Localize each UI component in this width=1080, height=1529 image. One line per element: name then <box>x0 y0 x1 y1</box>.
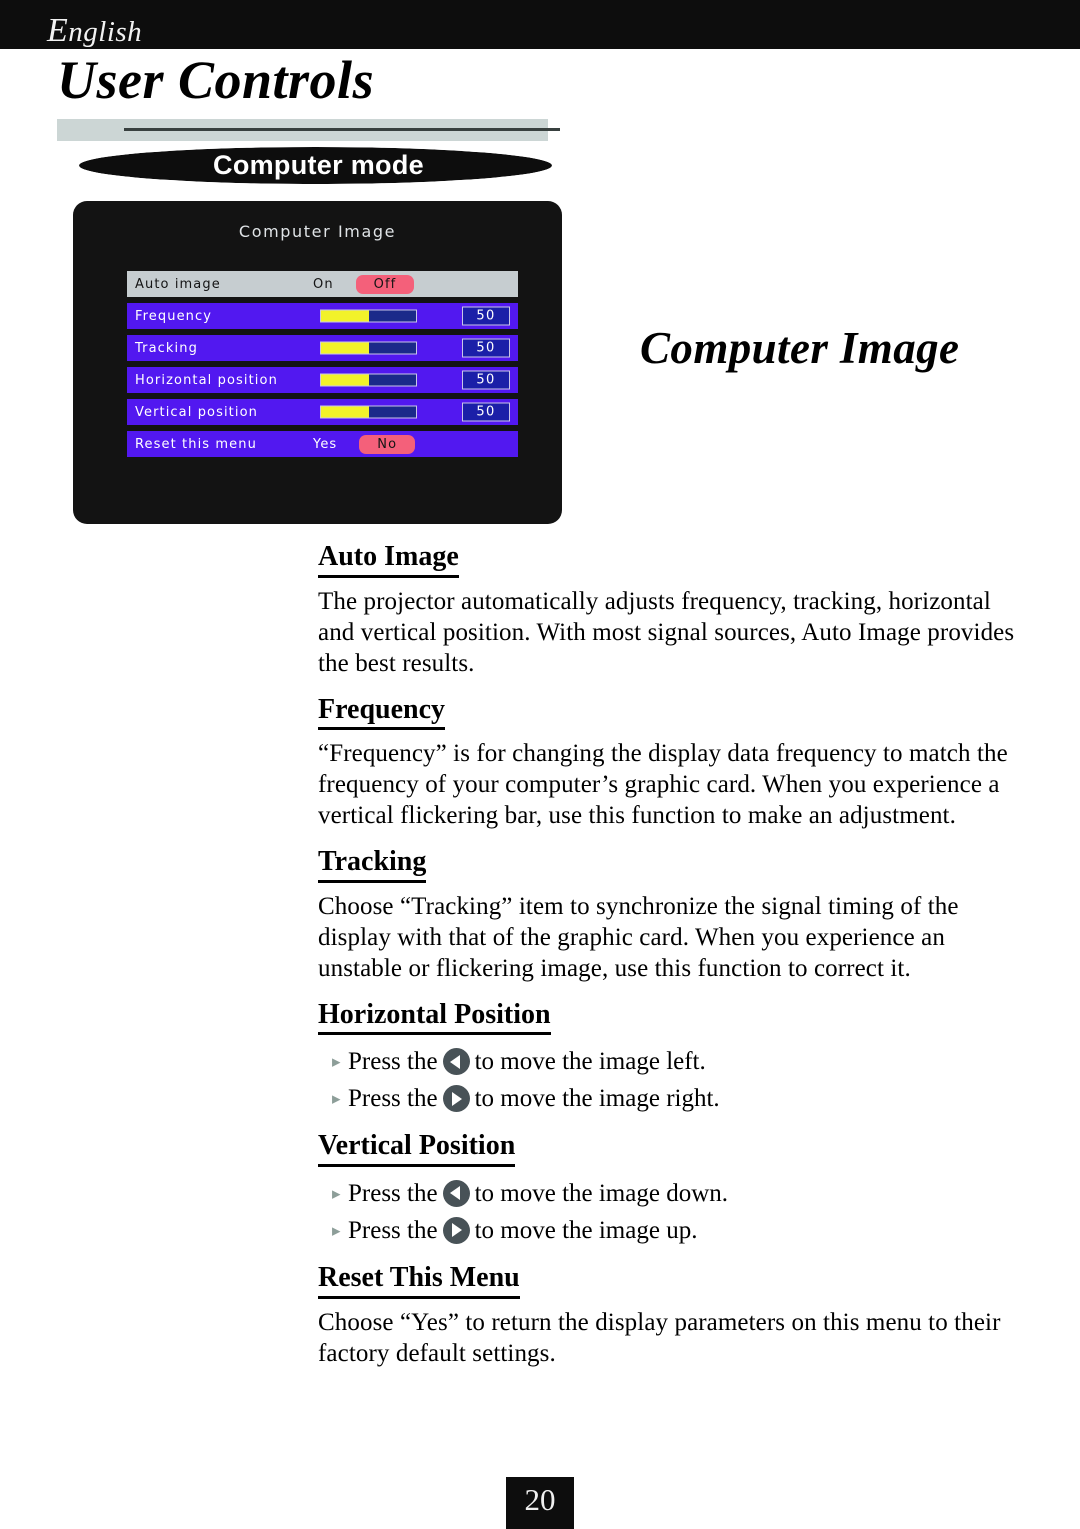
heading-auto-image: Auto Image <box>318 540 459 578</box>
osd-value-frequency: 50 <box>462 306 510 326</box>
osd-row-label: Auto image <box>135 276 221 292</box>
osd-menu-rows: Auto image On Off Frequency 50 Tracking … <box>127 271 518 463</box>
list-item: ▸ Press the to move the image right. <box>318 1080 1018 1117</box>
bullet-text-pre: Press the <box>348 1216 438 1244</box>
osd-row-tracking[interactable]: Tracking 50 <box>127 335 518 361</box>
page-title: User Controls <box>57 50 375 110</box>
arrow-right-button-icon <box>442 1085 470 1113</box>
page-header-bar: English <box>0 0 1080 49</box>
osd-option-off[interactable]: Off <box>355 274 415 294</box>
osd-option-group-auto-image: On Off <box>309 271 415 297</box>
triangle-bullet-icon: ▸ <box>332 1089 341 1109</box>
bullet-text-pre: Press the <box>348 1085 438 1113</box>
mode-banner-label: Computer mode <box>213 150 424 180</box>
osd-menu-screenshot: Computer Image Auto image On Off Frequen… <box>73 201 562 524</box>
bullet-text-post: to move the image left. <box>474 1048 706 1076</box>
osd-option-on[interactable]: On <box>309 275 338 294</box>
title-decoration-rule <box>124 128 560 131</box>
osd-row-horizontal-position[interactable]: Horizontal position 50 <box>127 367 518 393</box>
triangle-bullet-icon: ▸ <box>332 1183 341 1203</box>
osd-slider-fill <box>321 374 369 386</box>
section-frequency: Frequency “Frequency” is for changing th… <box>318 693 1018 832</box>
bullet-text-pre: Press the <box>348 1179 438 1207</box>
osd-option-no[interactable]: No <box>359 434 416 454</box>
paragraph-reset-this-menu: Choose “Yes” to return the display param… <box>318 1308 1001 1367</box>
triangle-bullet-icon: ▸ <box>332 1052 341 1072</box>
osd-slider-fill <box>321 406 369 418</box>
osd-row-auto-image[interactable]: Auto image On Off <box>127 271 518 297</box>
paragraph-frequency: “Frequency” is for changing the display … <box>318 740 1008 830</box>
osd-option-group-reset: Yes No <box>309 431 416 457</box>
section-auto-image: Auto Image The projector automatically a… <box>318 540 1018 679</box>
osd-option-yes[interactable]: Yes <box>309 435 341 454</box>
osd-row-vertical-position[interactable]: Vertical position 50 <box>127 399 518 425</box>
page-number: 20 <box>524 1482 556 1517</box>
section-title-computer-image: Computer Image <box>640 323 960 373</box>
osd-row-label: Frequency <box>135 308 213 324</box>
osd-row-label: Reset this menu <box>135 436 257 452</box>
section-vertical-position: Vertical Position ▸ Press the to move th… <box>318 1129 1018 1249</box>
section-reset-this-menu: Reset This Menu Choose “Yes” to return t… <box>318 1261 1018 1369</box>
list-item: ▸ Press the to move the image down. <box>318 1175 1018 1212</box>
osd-slider-horizontal-position[interactable] <box>320 373 417 387</box>
arrow-right-button-icon <box>442 1216 470 1244</box>
arrow-left-button-icon <box>442 1048 470 1076</box>
mode-banner: Computer mode <box>79 147 552 184</box>
osd-slider-frequency[interactable] <box>320 309 417 323</box>
heading-reset-this-menu: Reset This Menu <box>318 1261 520 1299</box>
language-label-rest: nglish <box>68 16 143 48</box>
heading-horizontal-position: Horizontal Position <box>318 998 551 1036</box>
paragraph-tracking: Choose “Tracking” item to synchronize th… <box>318 892 959 982</box>
section-tracking: Tracking Choose “Tracking” item to synch… <box>318 845 1018 984</box>
osd-slider-tracking[interactable] <box>320 341 417 355</box>
heading-tracking: Tracking <box>318 845 427 883</box>
osd-value-tracking: 50 <box>462 338 510 358</box>
osd-row-label: Tracking <box>135 340 198 356</box>
bullet-text-post: to move the image down. <box>474 1179 728 1207</box>
language-label-capital: E <box>47 12 69 49</box>
section-horizontal-position: Horizontal Position ▸ Press the to move … <box>318 998 1018 1118</box>
osd-value-vertical-position: 50 <box>462 402 510 422</box>
osd-menu-title: Computer Image <box>238 222 397 241</box>
bullet-text-post: to move the image right. <box>474 1085 720 1113</box>
osd-slider-fill <box>321 342 369 354</box>
osd-row-label: Horizontal position <box>135 372 278 388</box>
bullet-text-post: to move the image up. <box>474 1216 698 1244</box>
osd-row-frequency[interactable]: Frequency 50 <box>127 303 518 329</box>
triangle-bullet-icon: ▸ <box>332 1220 341 1240</box>
page-number-box: 20 <box>506 1477 574 1529</box>
paragraph-auto-image: The projector automatically adjusts freq… <box>318 587 1015 677</box>
language-label: English <box>47 14 142 48</box>
osd-slider-fill <box>321 310 369 322</box>
bullet-text-pre: Press the <box>348 1048 438 1076</box>
osd-row-label: Vertical position <box>135 404 258 420</box>
arrow-left-button-icon <box>442 1179 470 1207</box>
document-body: Auto Image The projector automatically a… <box>318 540 1018 1383</box>
list-item: ▸ Press the to move the image up. <box>318 1212 1018 1249</box>
osd-row-reset-this-menu[interactable]: Reset this menu Yes No <box>127 431 518 457</box>
list-item: ▸ Press the to move the image left. <box>318 1043 1018 1080</box>
heading-frequency: Frequency <box>318 693 446 731</box>
heading-vertical-position: Vertical Position <box>318 1129 516 1167</box>
bullet-list-vertical-position: ▸ Press the to move the image down. ▸ Pr… <box>318 1175 1018 1249</box>
bullet-list-horizontal-position: ▸ Press the to move the image left. ▸ Pr… <box>318 1043 1018 1117</box>
osd-value-horizontal-position: 50 <box>462 370 510 390</box>
osd-slider-vertical-position[interactable] <box>320 405 417 419</box>
